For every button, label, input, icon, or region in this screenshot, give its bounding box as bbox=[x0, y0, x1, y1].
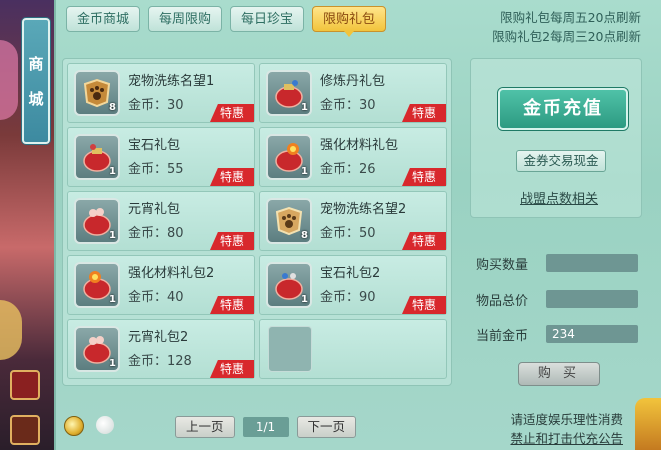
item-count: 1 bbox=[109, 358, 116, 369]
item-price: 金币：80 bbox=[128, 226, 184, 241]
page-indicator: 1/1 bbox=[242, 417, 289, 437]
shop-item[interactable]: 1 强化材料礼包2 金币：40 特惠 bbox=[67, 255, 255, 315]
gift-bag-icon: 1 bbox=[74, 198, 120, 244]
item-price: 金币：90 bbox=[320, 290, 376, 305]
discount-badge: 特惠 bbox=[402, 296, 446, 314]
item-price: 金币：40 bbox=[128, 290, 184, 305]
empty-slot-placeholder bbox=[268, 326, 312, 372]
item-price: 金币：30 bbox=[128, 98, 184, 113]
discount-badge: 特惠 bbox=[402, 168, 446, 186]
item-count: 1 bbox=[109, 166, 116, 177]
decor-flower bbox=[0, 40, 18, 120]
side-shortcut-icon[interactable] bbox=[10, 415, 40, 445]
prev-page-button[interactable]: 上一页 bbox=[175, 416, 235, 438]
total-price-field bbox=[546, 290, 638, 308]
buy-qty-label: 购买数量 bbox=[476, 258, 529, 273]
paw-badge-icon: 8 bbox=[74, 70, 120, 116]
notice-line: 限购礼包每周五20点刷新 bbox=[500, 10, 641, 25]
item-price: 金币：26 bbox=[320, 162, 376, 177]
exchange-button[interactable]: 金券交易现金 bbox=[516, 150, 606, 172]
shop-item[interactable]: 1 修炼丹礼包 金币：30 特惠 bbox=[259, 63, 447, 123]
empty-slot bbox=[259, 319, 447, 379]
refresh-notice: 限购礼包每周五20点刷新 限购礼包2每周三20点刷新 bbox=[492, 8, 641, 46]
shop-tabs: 金币商城 每周限购 每日珍宝 限购礼包 bbox=[66, 6, 387, 37]
item-name: 强化材料礼包2 bbox=[128, 266, 215, 281]
gift-bag-icon: 1 bbox=[266, 134, 312, 180]
gift-bag-icon: 1 bbox=[74, 326, 120, 372]
buy-button[interactable]: 购 买 bbox=[518, 362, 600, 386]
item-name: 元宵礼包2 bbox=[128, 330, 189, 345]
indicator-dot bbox=[96, 416, 114, 434]
side-tab-char: 城 bbox=[28, 90, 44, 108]
alliance-points-link[interactable]: 战盟点数相关 bbox=[520, 188, 598, 207]
gift-bag-icon: 1 bbox=[74, 262, 120, 308]
item-name: 宠物洗练名望2 bbox=[320, 202, 407, 217]
item-count: 8 bbox=[301, 230, 308, 241]
pagination: 上一页 1/1 下一页 bbox=[175, 416, 357, 438]
item-name: 修炼丹礼包 bbox=[320, 74, 386, 89]
notice-line: 限购礼包2每周三20点刷新 bbox=[492, 29, 641, 44]
item-price: 金币：50 bbox=[320, 226, 376, 241]
discount-badge: 特惠 bbox=[210, 232, 254, 250]
discount-badge: 特惠 bbox=[210, 360, 254, 378]
shop-item[interactable]: 8 宠物洗练名望2 金币：50 特惠 bbox=[259, 191, 447, 251]
buy-qty-input[interactable] bbox=[546, 254, 638, 272]
discount-badge: 特惠 bbox=[402, 232, 446, 250]
item-name: 元宵礼包 bbox=[128, 202, 181, 217]
mascot-icon[interactable] bbox=[635, 398, 661, 450]
item-name: 宝石礼包2 bbox=[320, 266, 381, 281]
item-count: 1 bbox=[109, 230, 116, 241]
current-coins-field: 234 bbox=[546, 325, 638, 343]
total-price-label: 物品总价 bbox=[476, 294, 529, 309]
item-count: 1 bbox=[301, 166, 308, 177]
tab-weekly-limit[interactable]: 每周限购 bbox=[148, 6, 223, 32]
side-tab-shop[interactable]: 商 城 bbox=[22, 18, 50, 144]
shop-item[interactable]: 1 强化材料礼包 金币：26 特惠 bbox=[259, 127, 447, 187]
item-grid: 8 宠物洗练名望1 金币：30 特惠 1 修炼丹礼包 金币：30 特惠 1 宝石… bbox=[62, 58, 452, 386]
item-name: 宠物洗练名望1 bbox=[128, 74, 215, 89]
paw-badge-icon: 8 bbox=[266, 198, 312, 244]
gift-bag-icon: 1 bbox=[266, 70, 312, 116]
tips: 请适度娱乐理性消费 禁止和打击代充公告 bbox=[510, 410, 623, 448]
shop-item[interactable]: 8 宠物洗练名望1 金币：30 特惠 bbox=[67, 63, 255, 123]
item-count: 8 bbox=[109, 102, 116, 113]
decor-ornament bbox=[0, 300, 22, 360]
anti-proxy-notice-link[interactable]: 禁止和打击代充公告 bbox=[510, 429, 623, 448]
shop-item[interactable]: 1 宝石礼包2 金币：90 特惠 bbox=[259, 255, 447, 315]
discount-badge: 特惠 bbox=[402, 104, 446, 122]
tips-line: 请适度娱乐理性消费 bbox=[510, 412, 623, 427]
discount-badge: 特惠 bbox=[210, 296, 254, 314]
side-tab-char: 商 bbox=[28, 55, 44, 73]
shop-item[interactable]: 1 元宵礼包2 金币：128 特惠 bbox=[67, 319, 255, 379]
next-page-button[interactable]: 下一页 bbox=[296, 416, 357, 438]
recharge-button[interactable]: 金币充值 bbox=[498, 88, 628, 130]
item-count: 1 bbox=[301, 294, 308, 305]
current-coins-label: 当前金币 bbox=[476, 329, 529, 344]
item-name: 宝石礼包 bbox=[128, 138, 181, 153]
item-price: 金币：128 bbox=[128, 354, 192, 369]
shop-item[interactable]: 1 宝石礼包 金币：55 特惠 bbox=[67, 127, 255, 187]
shop-item[interactable]: 1 元宵礼包 金币：80 特惠 bbox=[67, 191, 255, 251]
discount-badge: 特惠 bbox=[210, 104, 254, 122]
item-price: 金币：30 bbox=[320, 98, 376, 113]
item-name: 强化材料礼包 bbox=[320, 138, 399, 153]
discount-badge: 特惠 bbox=[210, 168, 254, 186]
item-count: 1 bbox=[109, 294, 116, 305]
item-price: 金币：55 bbox=[128, 162, 184, 177]
tab-daily-treasure[interactable]: 每日珍宝 bbox=[230, 6, 305, 32]
gift-bag-icon: 1 bbox=[74, 134, 120, 180]
gift-bag-icon: 1 bbox=[266, 262, 312, 308]
item-count: 1 bbox=[301, 102, 308, 113]
tab-limited-packs[interactable]: 限购礼包 bbox=[312, 6, 387, 37]
coin-search-icon[interactable] bbox=[64, 416, 84, 436]
side-shortcut-icon[interactable] bbox=[10, 370, 40, 400]
tab-gold-shop[interactable]: 金币商城 bbox=[66, 6, 141, 32]
